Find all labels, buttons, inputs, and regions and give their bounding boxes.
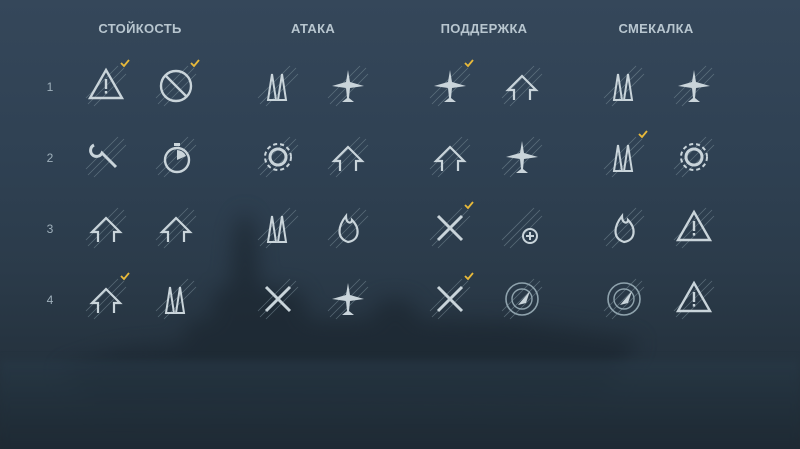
category-header-attack: АТАКА [290,21,336,36]
survivability-expert-icon[interactable] [80,202,132,254]
warning-down-icon[interactable] [668,273,720,325]
emergency-repair-specialist-icon[interactable] [80,131,132,183]
torpedo-alert-icon[interactable] [598,60,650,112]
aircraft-speed-icon[interactable] [496,131,548,183]
smoke-screen-expert-icon[interactable] [424,131,476,183]
aircraft-reload-icon[interactable] [322,60,374,112]
sea-background [0,360,800,449]
main-battery-expert-icon[interactable] [150,202,202,254]
radio-location-icon[interactable] [496,273,548,325]
tier-label-3: 3 [46,222,54,236]
torpedo-fire-icon[interactable] [598,202,650,254]
torpedo-acceleration-icon[interactable] [322,131,374,183]
tier-label-2: 2 [46,151,54,165]
fill-the-tubes-icon[interactable] [150,131,202,183]
fire-prevention-icon[interactable] [150,273,202,325]
concealment-radar-icon[interactable] [598,273,650,325]
selected-checkmark-icon [190,58,200,68]
category-header-survivability: СТОЙКОСТЬ [98,21,182,36]
air-supremacy-icon[interactable] [322,273,374,325]
grease-the-gears-icon[interactable] [252,131,304,183]
selected-checkmark-icon [638,129,648,139]
last-stand-icon[interactable] [668,202,720,254]
selected-checkmark-icon [120,271,130,281]
manual-secondary-icon[interactable] [252,273,304,325]
gun-feeder-icon[interactable] [252,60,304,112]
selected-checkmark-icon [464,200,474,210]
demolition-expert-icon[interactable] [252,202,304,254]
selected-checkmark-icon [464,58,474,68]
selected-checkmark-icon [464,271,474,281]
category-header-versatility: СМЕКАЛКА [618,21,694,36]
selected-checkmark-icon [120,58,130,68]
aircraft-heal-icon[interactable] [668,60,720,112]
category-header-support: ПОДДЕРЖКА [440,21,528,36]
aircraft-armor-icon[interactable] [496,60,548,112]
consumables-specialist-icon[interactable] [668,131,720,183]
aa-guns-fire-icon[interactable] [322,202,374,254]
tier-label-1: 1 [46,80,54,94]
aa-repair-icon[interactable] [496,202,548,254]
tier-label-4: 4 [46,293,54,307]
